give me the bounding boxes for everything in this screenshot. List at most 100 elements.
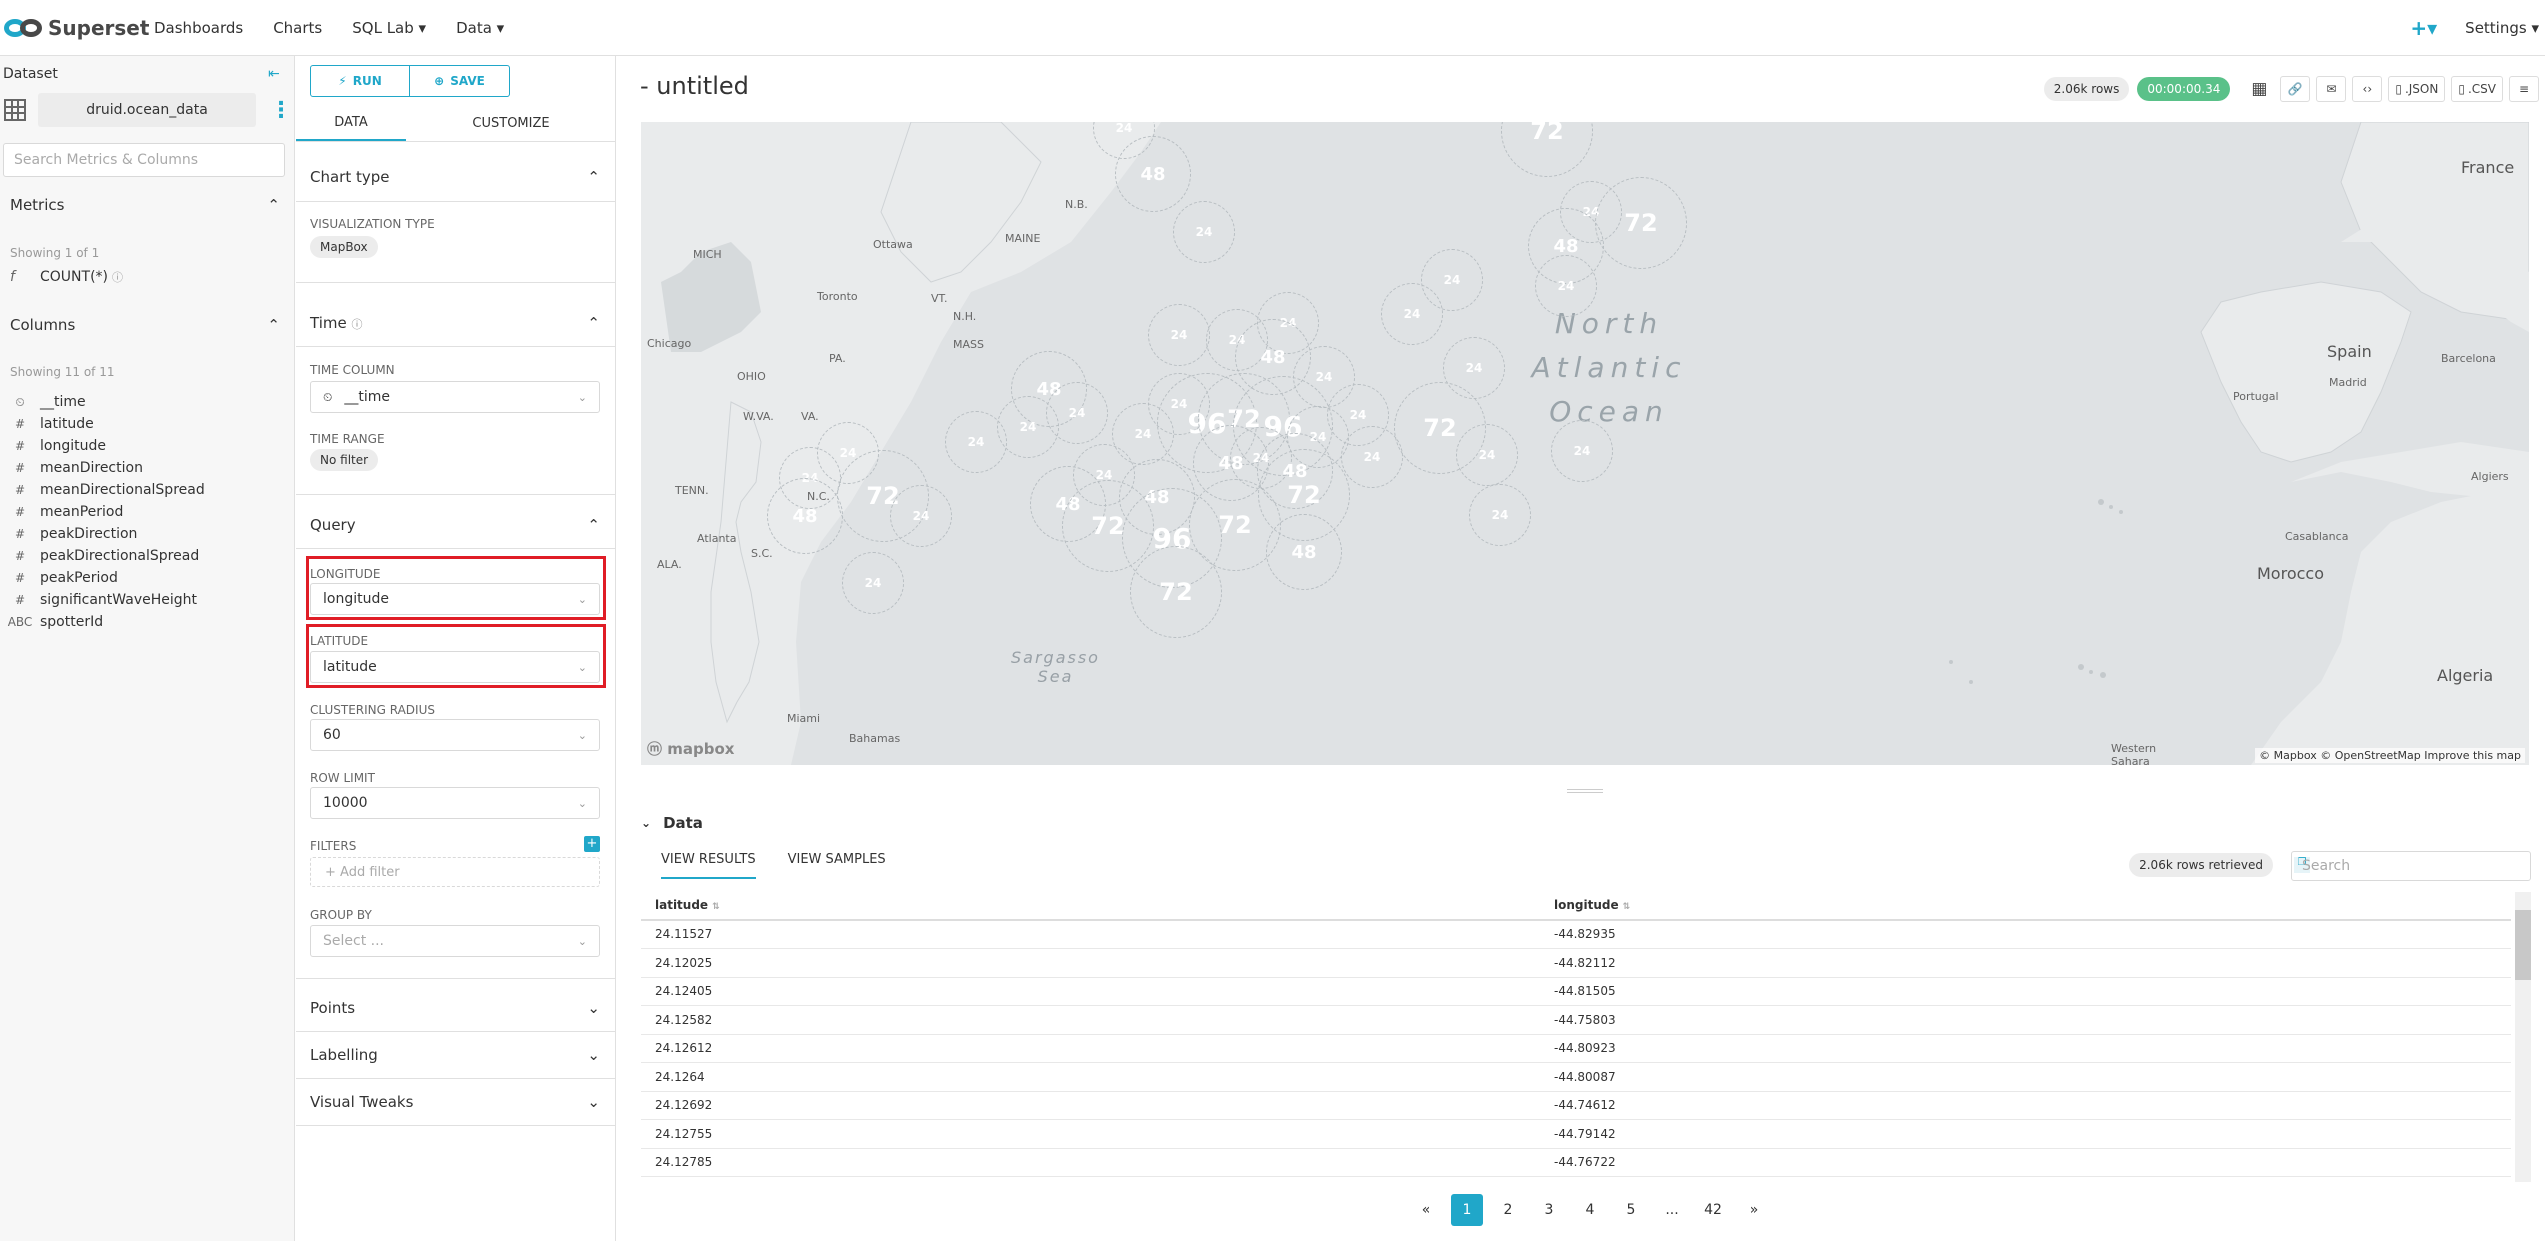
column-item[interactable]: # peakPeriod: [0, 567, 295, 589]
column-item[interactable]: # meanDirection: [0, 457, 295, 479]
nav-charts[interactable]: Charts: [273, 15, 322, 41]
time-range-tag[interactable]: No filter: [310, 449, 379, 471]
resize-handle[interactable]: [1567, 789, 1603, 793]
column-header-latitude[interactable]: latitude ⇅: [641, 898, 1554, 912]
settings-menu[interactable]: Settings ▾: [2465, 19, 2539, 37]
labelling-section-header[interactable]: Labelling ⌄: [310, 1046, 600, 1064]
add-filter-button[interactable]: + Add filter: [310, 857, 600, 887]
query-section-header[interactable]: Query ⌃: [310, 516, 600, 534]
cluster-marker[interactable]: 24: [1551, 420, 1613, 482]
chevron-down-icon: ⌄: [641, 816, 652, 830]
collapse-panel-icon[interactable]: ⇤: [268, 66, 280, 82]
run-button[interactable]: ⚡ RUN: [310, 65, 410, 97]
email-icon[interactable]: ✉: [2316, 76, 2347, 102]
page-4[interactable]: 4: [1574, 1194, 1606, 1226]
columns-section-header[interactable]: Columns ⌃: [10, 316, 280, 334]
visual-tweaks-section-header[interactable]: Visual Tweaks ⌄: [310, 1093, 600, 1111]
page-2[interactable]: 2: [1492, 1194, 1524, 1226]
column-item[interactable]: # meanDirectionalSpread: [0, 479, 295, 501]
metric-item[interactable]: f COUNT(*) ⓘ: [10, 269, 123, 285]
cluster-marker[interactable]: 72: [1595, 177, 1687, 269]
column-item[interactable]: # latitude: [0, 413, 295, 435]
mapbox-logo-text: mapbox: [667, 740, 735, 758]
column-item[interactable]: # meanPeriod: [0, 501, 295, 523]
export-json-button[interactable]: ▯ .JSON: [2388, 76, 2446, 102]
cluster-marker[interactable]: 24: [890, 485, 952, 547]
chart-title[interactable]: - untitled: [640, 72, 749, 100]
cluster-marker[interactable]: 24: [1148, 304, 1210, 366]
data-pane-header[interactable]: ⌄ Data: [641, 814, 703, 832]
chart-type-section-header[interactable]: Chart type ⌃: [310, 168, 600, 186]
code-icon[interactable]: ‹›: [2352, 76, 2383, 102]
nav-dashboards[interactable]: Dashboards: [154, 15, 243, 41]
top-navbar: Superset Dashboards Charts SQL Lab ▾ Dat…: [0, 0, 2545, 56]
tab-view-samples[interactable]: VIEW SAMPLES: [788, 852, 886, 879]
points-section-header[interactable]: Points ⌄: [310, 999, 600, 1017]
nav-data[interactable]: Data ▾: [456, 15, 504, 41]
cluster-marker[interactable]: 48: [1266, 514, 1342, 590]
add-filter-icon[interactable]: +: [584, 836, 600, 852]
dataset-menu-icon[interactable]: ⋮: [270, 98, 292, 123]
group-by-select[interactable]: Select ... ⌄: [310, 925, 600, 957]
cluster-marker[interactable]: 24: [1469, 484, 1531, 546]
tab-data[interactable]: DATA: [296, 106, 406, 141]
superset-logo[interactable]: Superset: [4, 16, 154, 40]
calendar-icon[interactable]: ▦: [2244, 76, 2274, 102]
tab-customize[interactable]: CUSTOMIZE: [406, 106, 616, 141]
search-metrics-columns-input[interactable]: Search Metrics & Columns: [3, 143, 285, 177]
dataset-name[interactable]: druid.ocean_data: [38, 93, 256, 127]
cluster-marker[interactable]: 24: [1535, 255, 1597, 317]
section-title: Points: [310, 999, 356, 1017]
scrollbar-thumb[interactable]: [2515, 910, 2531, 980]
metrics-section-header[interactable]: Metrics ⌃: [10, 196, 280, 214]
page-next[interactable]: »: [1738, 1194, 1770, 1226]
cluster-marker[interactable]: 72: [1130, 546, 1222, 638]
cluster-marker[interactable]: 24: [1173, 201, 1235, 263]
cluster-marker[interactable]: 48: [767, 478, 843, 554]
chevron-down-icon: ⌄: [587, 1093, 600, 1111]
menu-icon[interactable]: ≡: [2509, 76, 2539, 102]
cluster-marker[interactable]: 24: [1381, 283, 1443, 345]
latitude-select[interactable]: latitude ⌄: [310, 651, 600, 683]
sargasso-line: Sargasso: [1011, 648, 1100, 667]
longitude-select[interactable]: longitude ⌄: [310, 583, 600, 615]
column-item[interactable]: # significantWaveHeight: [0, 589, 295, 611]
section-title: Query: [310, 516, 356, 534]
save-button[interactable]: ⊕ SAVE: [410, 65, 510, 97]
dataset-selector-row: druid.ocean_data ⋮: [0, 92, 295, 128]
map-attribution[interactable]: © Mapbox © OpenStreetMap Improve this ma…: [2255, 748, 2525, 763]
info-icon: ⓘ: [351, 318, 363, 331]
new-item-menu-icon[interactable]: +▾: [2410, 16, 2437, 40]
page-1[interactable]: 1: [1451, 1194, 1483, 1226]
cluster-marker[interactable]: 48: [1115, 136, 1191, 212]
cluster-marker[interactable]: 24: [1443, 337, 1505, 399]
link-icon[interactable]: 🔗: [2280, 76, 2311, 102]
cluster-marker[interactable]: 24: [945, 411, 1007, 473]
table-row: 24.12785 -44.76722: [641, 1149, 2511, 1177]
column-item[interactable]: # longitude: [0, 435, 295, 457]
mapbox-map[interactable]: North Atlantic Ocean Sargasso Sea France…: [641, 122, 2529, 765]
cluster-marker[interactable]: 24: [997, 396, 1059, 458]
page-3[interactable]: 3: [1533, 1194, 1565, 1226]
tab-view-results[interactable]: VIEW RESULTS: [661, 852, 756, 879]
page-42[interactable]: 42: [1697, 1194, 1729, 1226]
column-item[interactable]: ⏲ __time: [0, 391, 295, 413]
cluster-marker[interactable]: 24: [842, 552, 904, 614]
time-section-header[interactable]: Time ⓘ ⌃: [310, 314, 600, 332]
column-item[interactable]: # peakDirectionalSpread: [0, 545, 295, 567]
cluster-marker[interactable]: 24: [1456, 424, 1518, 486]
row-limit-select[interactable]: 10000 ⌄: [310, 787, 600, 819]
page-5[interactable]: 5: [1615, 1194, 1647, 1226]
table-scrollbar[interactable]: [2515, 892, 2531, 1182]
page-prev[interactable]: «: [1410, 1194, 1442, 1226]
time-column-select[interactable]: ⏲ __time ⌄: [310, 381, 600, 413]
nav-sql-lab[interactable]: SQL Lab ▾: [352, 15, 426, 41]
export-csv-button[interactable]: ▯ .CSV: [2451, 76, 2503, 102]
column-item[interactable]: # peakDirection: [0, 523, 295, 545]
column-item[interactable]: ABC spotterId: [0, 611, 295, 633]
table-header-row: latitude ⇅ longitude ⇅: [641, 892, 2511, 921]
results-search-input[interactable]: Search: [2291, 851, 2531, 881]
viz-type-tag[interactable]: MapBox: [310, 236, 378, 258]
clustering-radius-select[interactable]: 60 ⌄: [310, 719, 600, 751]
column-header-longitude[interactable]: longitude ⇅: [1554, 898, 2454, 912]
